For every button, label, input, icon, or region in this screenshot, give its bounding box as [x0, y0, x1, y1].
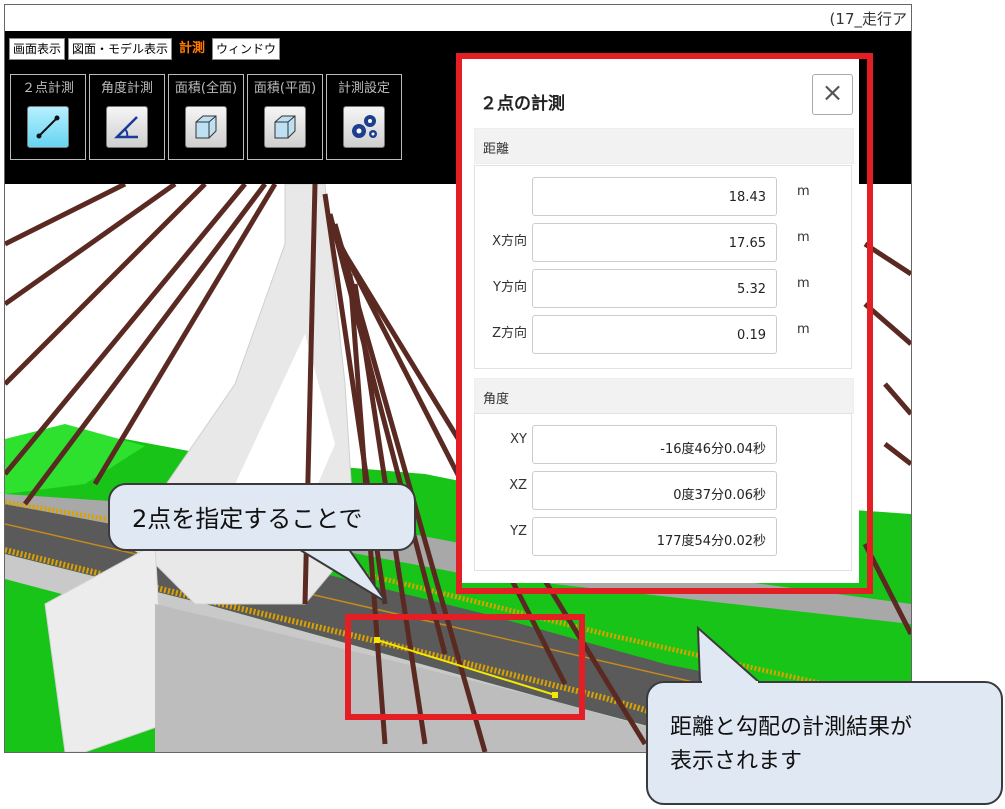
callout-tail-join [294, 542, 344, 547]
callout-text: 距離と勾配の計測結果が 表示されます [670, 715, 913, 774]
callout-text: 2点を指定することで [132, 505, 363, 533]
callout-tail-join [702, 681, 758, 686]
callout-specify-points: 2点を指定することで [108, 483, 416, 551]
callout-results-shown: 距離と勾配の計測結果が 表示されます [646, 681, 1003, 805]
